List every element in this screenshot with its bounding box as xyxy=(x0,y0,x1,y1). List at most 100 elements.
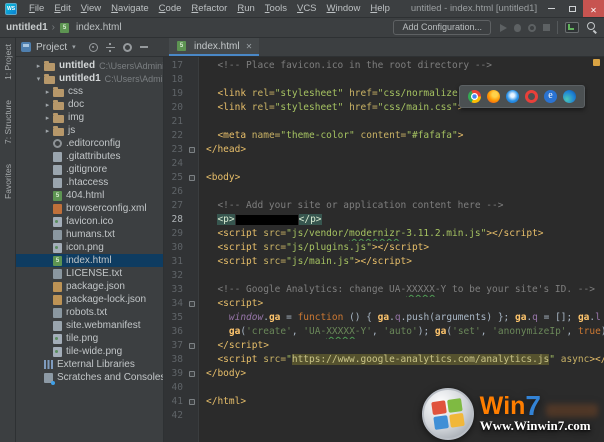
project-dropdown[interactable]: Project xyxy=(36,42,67,53)
tree-row[interactable]: External Libraries xyxy=(16,358,163,371)
code-line[interactable]: 32 xyxy=(164,269,604,283)
stripe-tab-favorites[interactable]: Favorites xyxy=(3,164,13,199)
code-token: href= xyxy=(349,88,378,99)
maximize-button[interactable] xyxy=(562,0,583,17)
collapse-all-icon[interactable] xyxy=(106,43,115,52)
menu-navigate[interactable]: Navigate xyxy=(106,3,154,14)
tree-row[interactable]: site.webmanifest xyxy=(16,319,163,332)
tree-row[interactable]: browserconfig.xml xyxy=(16,202,163,215)
chevron-right-icon[interactable]: ▸ xyxy=(43,127,52,135)
tree-row[interactable]: favicon.ico xyxy=(16,215,163,228)
tree-row[interactable]: humans.txt xyxy=(16,228,163,241)
tree-row[interactable]: .htaccess xyxy=(16,176,163,189)
stripe-tab-project[interactable]: 1: Project xyxy=(3,44,13,80)
code-editor[interactable]: 17 <!-- Place favicon.ico in the root di… xyxy=(164,57,604,442)
menu-view[interactable]: View xyxy=(76,3,106,14)
code-line[interactable]: 26 xyxy=(164,185,604,199)
code-line[interactable]: 38 <script src="https://www.google-analy… xyxy=(164,353,604,367)
code-line[interactable]: 23</head> xyxy=(164,143,604,157)
tree-row[interactable]: 404.html xyxy=(16,189,163,202)
code-line[interactable]: 36 ga('create', 'UA-XXXXX-Y', 'auto'); g… xyxy=(164,325,604,339)
menu-edit[interactable]: Edit xyxy=(49,3,75,14)
stop-icon[interactable] xyxy=(543,24,550,31)
tree-row[interactable]: package-lock.json xyxy=(16,293,163,306)
debug-icon[interactable] xyxy=(514,24,521,32)
tree-row[interactable]: LICENSE.txt xyxy=(16,267,163,280)
watermark-text: Win7 Www.Winwin7.com xyxy=(480,395,598,434)
breadcrumb-project[interactable]: untitled1 xyxy=(6,22,48,33)
tree-row[interactable]: tile.png xyxy=(16,332,163,345)
fold-marker[interactable] xyxy=(189,371,195,377)
search-icon[interactable] xyxy=(587,22,598,33)
tree-row[interactable]: ▸img xyxy=(16,111,163,124)
tree-row[interactable]: package.json xyxy=(16,280,163,293)
code-line[interactable]: 31 <script src="js/main.js"></script> xyxy=(164,255,604,269)
menu-help[interactable]: Help xyxy=(365,3,395,14)
fold-marker[interactable] xyxy=(189,343,195,349)
code-line[interactable]: 39</body> xyxy=(164,367,604,381)
opera-icon[interactable] xyxy=(525,90,538,103)
menu-code[interactable]: Code xyxy=(154,3,187,14)
fold-marker[interactable] xyxy=(189,175,195,181)
code-line[interactable]: 24 xyxy=(164,157,604,171)
code-line[interactable]: 22 <meta name="theme-color" content="#fa… xyxy=(164,129,604,143)
chrome-icon[interactable] xyxy=(468,90,481,103)
chevron-right-icon[interactable]: ▸ xyxy=(43,114,52,122)
tree-row[interactable]: tile-wide.png xyxy=(16,345,163,358)
code-line[interactable]: 28 <p></p> xyxy=(164,213,604,227)
code-line[interactable]: 25<body> xyxy=(164,171,604,185)
tree-row[interactable]: ▸js xyxy=(16,124,163,137)
chevron-right-icon[interactable]: ▸ xyxy=(43,101,52,109)
firefox-icon[interactable] xyxy=(487,90,500,103)
tree-path: C:\Users\Administrat xyxy=(105,74,164,84)
tree-row[interactable]: ▸doc xyxy=(16,98,163,111)
hide-panel-icon[interactable] xyxy=(140,46,148,48)
menu-run[interactable]: Run xyxy=(232,3,259,14)
code-line[interactable]: 33 <!-- Google Analytics: change UA-XXXX… xyxy=(164,283,604,297)
tree-row[interactable]: .editorconfig xyxy=(16,137,163,150)
tree-row[interactable]: index.html xyxy=(16,254,163,267)
coverage-icon[interactable] xyxy=(528,24,536,32)
add-configuration-button[interactable]: Add Configuration... xyxy=(393,20,491,35)
run-icon[interactable] xyxy=(500,24,507,32)
stripe-tab-structure[interactable]: 7: Structure xyxy=(3,100,13,144)
code-line[interactable]: 35 window.ga = function () { ga.q.push(a… xyxy=(164,311,604,325)
code-line[interactable]: 21 xyxy=(164,115,604,129)
chevron-right-icon[interactable]: ▸ xyxy=(34,62,43,70)
fold-marker[interactable] xyxy=(189,301,195,307)
code-line[interactable]: 37 </script> xyxy=(164,339,604,353)
menu-refactor[interactable]: Refactor xyxy=(186,3,232,14)
tree-row[interactable]: ▾untitled1C:\Users\Administrat xyxy=(16,72,163,85)
safari-icon[interactable] xyxy=(506,90,519,103)
tree-row[interactable]: .gitignore xyxy=(16,163,163,176)
chevron-right-icon[interactable]: ▸ xyxy=(43,88,52,96)
tree-row[interactable]: robots.txt xyxy=(16,306,163,319)
tree-row[interactable]: .gitattributes xyxy=(16,150,163,163)
code-line[interactable]: 17 <!-- Place favicon.ico in the root di… xyxy=(164,59,604,73)
fold-marker[interactable] xyxy=(189,399,195,405)
minimize-button[interactable] xyxy=(541,0,562,17)
tab-index-html[interactable]: index.html ✕ xyxy=(169,38,259,56)
tree-row[interactable]: ▸untitledC:\Users\Administrato xyxy=(16,59,163,72)
tree-row[interactable]: ▸css xyxy=(16,85,163,98)
ie-icon[interactable] xyxy=(544,90,557,103)
locate-file-icon[interactable] xyxy=(89,43,98,52)
code-line[interactable]: 34 <script> xyxy=(164,297,604,311)
tab-close-icon[interactable]: ✕ xyxy=(246,42,253,51)
code-line[interactable]: 29 <script src="js/vendor/modernizr-3.11… xyxy=(164,227,604,241)
tree-row[interactable]: icon.png xyxy=(16,241,163,254)
close-button[interactable] xyxy=(583,0,604,17)
chevron-down-icon[interactable]: ▾ xyxy=(34,75,43,83)
menu-window[interactable]: Window xyxy=(322,3,366,14)
gear-icon[interactable] xyxy=(123,43,132,52)
menu-vcs[interactable]: VCS xyxy=(292,3,322,14)
fold-marker[interactable] xyxy=(189,147,195,153)
menu-tools[interactable]: Tools xyxy=(260,3,292,14)
code-line[interactable]: 30 <script src="js/plugins.js"></script> xyxy=(164,241,604,255)
tree-row[interactable]: Scratches and Consoles xyxy=(16,371,163,384)
edge-icon[interactable] xyxy=(563,90,576,103)
breadcrumb-file[interactable]: index.html xyxy=(76,22,122,33)
menu-file[interactable]: File xyxy=(24,3,49,14)
terminal-icon[interactable] xyxy=(565,22,579,33)
code-line[interactable]: 27 <!-- Add your site or application con… xyxy=(164,199,604,213)
